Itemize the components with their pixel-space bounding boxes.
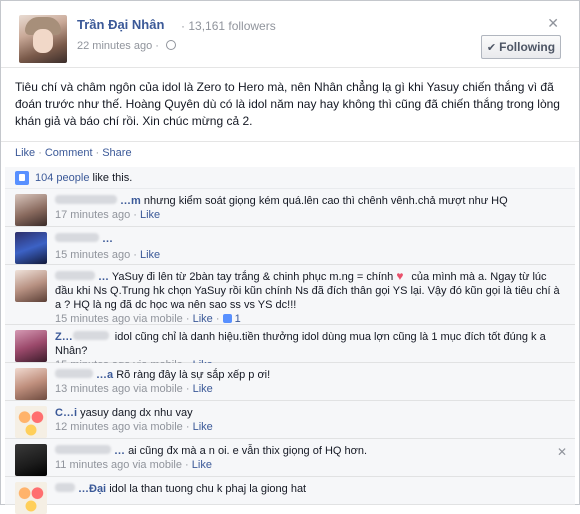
comment-text: yasuy dang dx nhu vay <box>80 407 193 419</box>
likes-summary: 104 people like this. <box>5 167 575 189</box>
heart-icon: ♥ <box>396 269 404 283</box>
comment-like-link[interactable]: Like <box>193 383 213 395</box>
divider <box>1 67 579 68</box>
author-name[interactable]: Trần Đại Nhân <box>77 17 164 32</box>
post-actions: Like · Comment · Share <box>15 147 132 159</box>
commenter-avatar[interactable] <box>15 406 47 438</box>
checkmark-icon: ✔ <box>486 41 497 54</box>
comment-item: C…i yasuy dang dx nhu vay 12 minutes ago… <box>5 401 575 439</box>
commenter-avatar[interactable] <box>15 270 47 302</box>
author-avatar[interactable] <box>19 15 67 63</box>
comment-meta: 13 minutes ago via mobile · Like <box>55 383 213 395</box>
comment-meta: 11 minutes ago via mobile · Like <box>55 459 212 471</box>
commenter-avatar[interactable] <box>15 368 47 400</box>
comment-meta: 15 minutes ago · Like <box>55 249 161 261</box>
share-link[interactable]: Share <box>102 147 131 159</box>
commenter-name[interactable]: C…i <box>55 407 77 419</box>
comment-link[interactable]: Comment <box>45 147 93 159</box>
post-text: Tiêu chí và châm ngôn của idol là Zero t… <box>15 80 560 128</box>
commenter-name[interactable]: …Đại <box>55 483 106 495</box>
following-button[interactable]: ✔ Following <box>481 35 561 59</box>
comment-item: … YaSuy đi lên từ 2bàn tay trắng & chinh… <box>5 265 575 325</box>
commenter-name[interactable]: … <box>55 233 113 245</box>
comment-like-link[interactable]: Like <box>140 209 160 221</box>
comment-item: …a Rõ ràng đây là sự sắp xếp p ơi! 13 mi… <box>5 363 575 401</box>
post-timestamp[interactable]: 22 minutes ago · <box>77 40 176 52</box>
thumbs-up-icon <box>15 171 29 185</box>
post-card: Trần Đại Nhân · 13,161 followers 22 minu… <box>0 0 580 514</box>
comment-meta: 17 minutes ago · Like <box>55 209 161 221</box>
like-link[interactable]: Like <box>15 147 35 159</box>
comment-item: …Đại idol la than tuong chu k phaj la gi… <box>5 477 575 514</box>
commenter-name[interactable]: … <box>55 271 109 283</box>
commenter-name[interactable]: Z… <box>55 331 112 343</box>
comment-like-count[interactable]: 1 <box>222 313 241 325</box>
comment-text: ai cũng đx mà a n oi. e vẫn thix giọng o… <box>128 445 368 457</box>
globe-icon <box>166 40 176 50</box>
comment-item: …m nhưng kiểm soát giọng kém quá.lên cao… <box>5 189 575 227</box>
post-header: Trần Đại Nhân · 13,161 followers 22 minu… <box>15 13 567 65</box>
comment-like-link[interactable]: Like <box>193 421 213 433</box>
comment-like-link[interactable]: Like <box>192 459 212 471</box>
comment-like-link[interactable]: Like <box>193 313 213 325</box>
commenter-name[interactable]: …m <box>55 195 141 207</box>
comment-text: Rõ ràng đây là sự sắp xếp p ơi! <box>116 369 271 381</box>
comment-item: … 15 minutes ago · Like <box>5 227 575 265</box>
comment-item: Z… idol cũng chỉ là danh hiệu.tiền thưởn… <box>5 325 575 371</box>
commenter-avatar[interactable] <box>15 194 47 226</box>
close-icon[interactable]: ✕ <box>547 15 559 32</box>
commenter-name[interactable]: … <box>55 445 125 457</box>
comment-like-link[interactable]: Like <box>140 249 160 261</box>
comment-item: ✕ … ai cũng đx mà a n oi. e vẫn thix giọ… <box>5 439 575 477</box>
commenter-avatar[interactable] <box>15 482 47 514</box>
thumbs-up-icon <box>222 314 232 323</box>
likers-link[interactable]: 104 people <box>35 172 89 184</box>
comment-meta: 15 minutes ago via mobile · Like · 1 <box>55 313 241 325</box>
follower-count: · 13,161 followers <box>181 19 276 33</box>
comment-meta: 12 minutes ago via mobile · Like <box>55 421 213 433</box>
comment-text: idol cũng chỉ là danh hiệu.tiền thưởng i… <box>55 331 546 357</box>
commenter-avatar[interactable] <box>15 444 47 476</box>
commenter-avatar[interactable] <box>15 330 47 362</box>
comment-text: idol la than tuong chu k phaj la giong h… <box>109 483 307 495</box>
divider <box>1 141 579 142</box>
commenter-name[interactable]: …a <box>55 369 113 381</box>
commenter-avatar[interactable] <box>15 232 47 264</box>
comment-text: YaSuy đi lên từ 2bàn tay trắng & chinh p… <box>111 271 394 283</box>
comment-text: nhưng kiểm soát giọng kém quá.lên cao th… <box>143 195 508 207</box>
